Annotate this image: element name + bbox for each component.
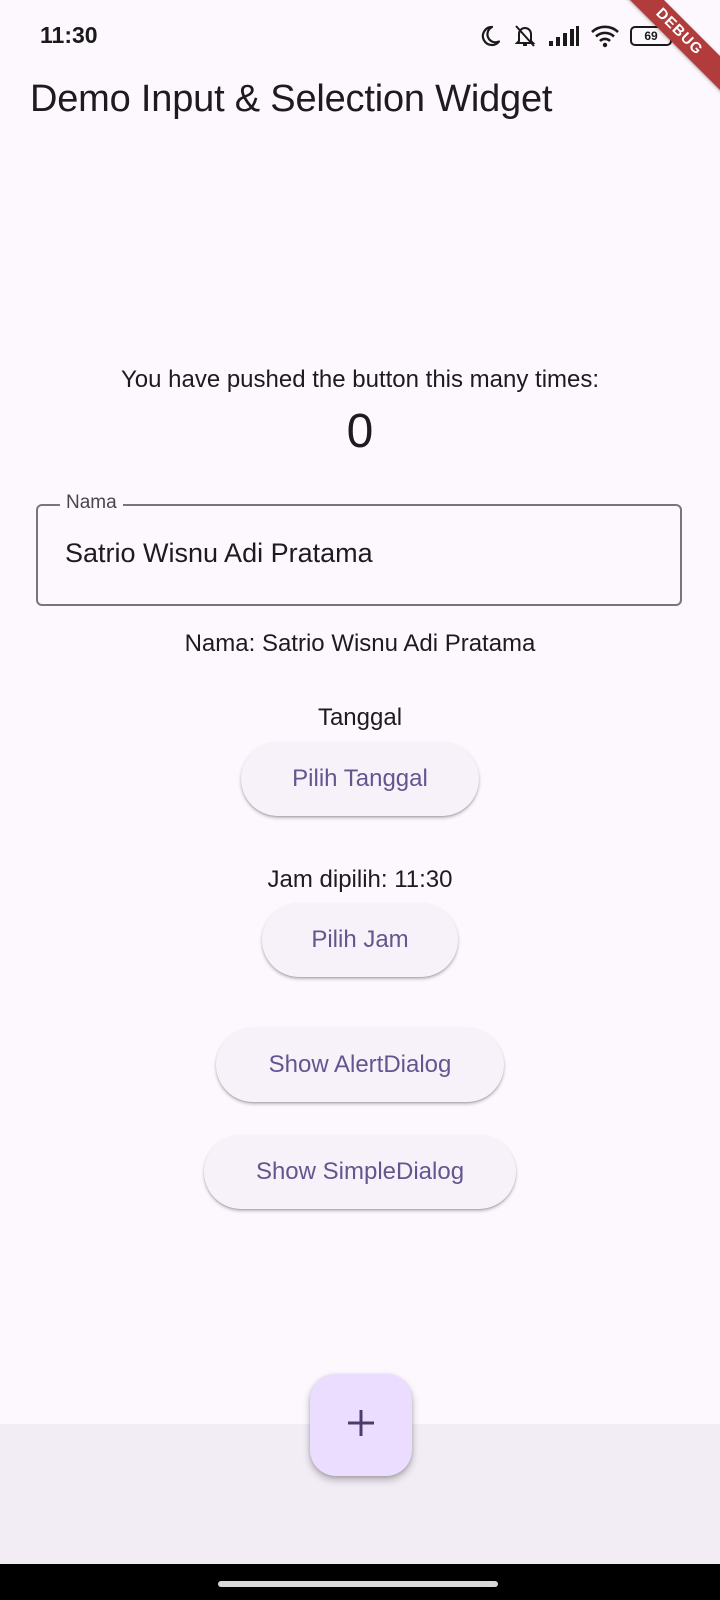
name-input[interactable]: Satrio Wisnu Adi Pratama — [65, 538, 655, 569]
increment-fab[interactable] — [310, 1374, 412, 1476]
show-simple-dialog-button[interactable]: Show SimpleDialog — [204, 1135, 516, 1209]
time-label: Jam dipilih: 11:30 — [267, 866, 453, 893]
show-alert-dialog-button[interactable]: Show AlertDialog — [216, 1028, 504, 1102]
bell-off-icon — [512, 23, 538, 49]
status-icons: 69 — [478, 20, 676, 52]
home-indicator[interactable] — [218, 1581, 498, 1587]
date-label: Tanggal — [317, 704, 403, 731]
app-bar-title: Demo Input & Selection Widget — [30, 78, 553, 120]
name-display: Nama: Satrio Wisnu Adi Pratama — [184, 630, 536, 657]
show-alert-dialog-label: Show AlertDialog — [268, 1051, 452, 1078]
plus-icon — [346, 1408, 376, 1443]
counter-label: You have pushed the button this many tim… — [120, 366, 600, 393]
moon-icon — [478, 24, 502, 48]
pick-date-button-label: Pilih Tanggal — [292, 765, 428, 792]
status-bar: 11:30 69 — [0, 0, 720, 72]
name-field-label: Nama — [60, 492, 123, 514]
pick-time-button-label: Pilih Jam — [311, 926, 409, 953]
pick-time-button[interactable]: Pilih Jam — [262, 903, 458, 977]
counter-value: 0 — [346, 405, 374, 458]
status-time: 11:30 — [40, 22, 98, 48]
pick-date-button[interactable]: Pilih Tanggal — [241, 742, 479, 816]
show-simple-dialog-label: Show SimpleDialog — [255, 1158, 465, 1185]
name-field[interactable]: Nama Satrio Wisnu Adi Pratama — [36, 492, 682, 606]
wifi-icon — [590, 24, 620, 48]
signal-icon — [548, 25, 580, 47]
